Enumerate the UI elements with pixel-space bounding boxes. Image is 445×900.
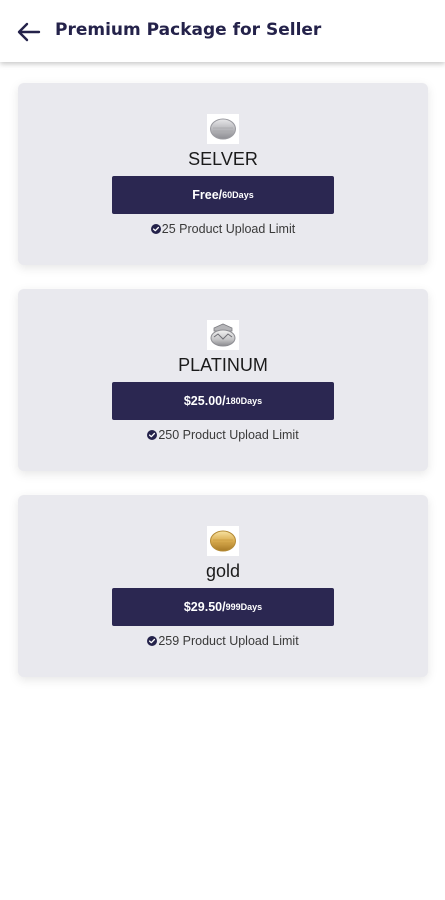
page-title: Premium Package for Seller — [55, 20, 322, 40]
app-bar: Premium Package for Seller — [0, 0, 445, 62]
select-package-button[interactable]: $29.50/999Days — [112, 588, 334, 626]
package-price: $29.50/ — [183, 600, 226, 614]
platinum-medal-icon — [210, 323, 236, 347]
gold-medal-icon — [210, 530, 236, 552]
package-badge — [207, 114, 239, 144]
package-duration: 60Days — [222, 190, 254, 200]
select-package-button[interactable]: $25.00/180Days — [112, 382, 334, 420]
package-card-silver: SELVER Free/60Days 25 Product Upload Lim… — [18, 83, 428, 265]
check-circle-icon — [147, 636, 158, 646]
upload-limit-text: 250 Product Upload Limit — [158, 428, 299, 442]
package-card-platinum: PLATINUM $25.00/180Days 250 Product Uplo… — [18, 289, 428, 471]
package-price: $25.00/ — [183, 394, 226, 408]
package-card-gold: gold $29.50/999Days 259 Product Upload L… — [18, 495, 428, 677]
package-price: Free/ — [192, 188, 223, 202]
arrow-left-icon — [17, 22, 41, 42]
select-package-button[interactable]: Free/60Days — [112, 176, 334, 214]
package-name: PLATINUM — [178, 355, 268, 375]
upload-limit-text: 259 Product Upload Limit — [158, 634, 299, 648]
silver-medal-icon — [210, 118, 236, 140]
upload-limit: 25 Product Upload Limit — [18, 222, 428, 236]
check-circle-icon — [147, 430, 158, 440]
package-name: gold — [205, 561, 241, 581]
upload-limit: 259 Product Upload Limit — [18, 634, 428, 648]
upload-limit-text: 25 Product Upload Limit — [161, 222, 296, 236]
package-duration: 999Days — [225, 602, 263, 612]
upload-limit: 250 Product Upload Limit — [18, 428, 428, 442]
package-badge — [207, 526, 239, 556]
back-button[interactable] — [14, 17, 44, 47]
package-duration: 180Days — [225, 396, 263, 406]
check-circle-icon — [150, 224, 161, 234]
package-name: SELVER — [188, 149, 258, 169]
package-badge — [207, 320, 239, 350]
